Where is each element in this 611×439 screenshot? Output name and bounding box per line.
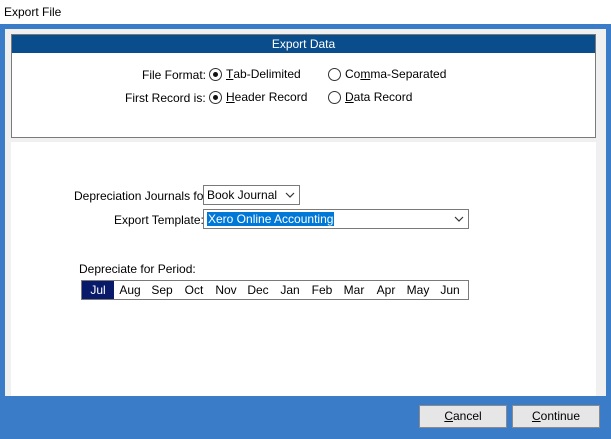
export-data-panel: Export Data (11, 34, 596, 138)
cancel-button[interactable]: Cancel (419, 405, 507, 428)
button-accel: C (531, 409, 541, 423)
radio-accel: m (360, 67, 371, 81)
month-apr[interactable]: Apr (370, 281, 402, 299)
radio-comma-separated[interactable]: Co m ma-Separated (328, 67, 446, 81)
button-accel: C (444, 409, 453, 423)
button-label: ancel (452, 409, 482, 423)
month-nov[interactable]: Nov (210, 281, 242, 299)
radio-tab-delimited[interactable]: Tab-Delimited (209, 67, 301, 81)
radio-header-record[interactable]: Header Record (209, 90, 307, 104)
radio-checked-icon (209, 90, 222, 104)
month-jan[interactable]: Jan (274, 281, 306, 299)
export-data-header: Export Data (12, 35, 595, 53)
month-dec[interactable]: Dec (242, 281, 274, 299)
radio-accel: H (226, 90, 235, 104)
radio-label: ata Record (353, 90, 413, 104)
period-label: Depreciate for Period: (79, 262, 196, 276)
export-template-label: Export Template: (114, 213, 204, 227)
depreciation-journals-label: Depreciation Journals for: (74, 189, 211, 203)
export-template-select[interactable]: Xero Online Accounting (203, 209, 469, 229)
radio-accel: D (345, 90, 354, 104)
radio-unchecked-icon (328, 90, 341, 104)
radio-unchecked-icon (328, 67, 341, 81)
select-value: Xero Online Accounting (207, 212, 335, 226)
button-label: ontinue (540, 409, 581, 423)
radio-data-record[interactable]: Data Record (328, 90, 412, 104)
first-record-label: First Record is: (125, 91, 206, 105)
radio-checked-icon (209, 67, 222, 81)
chevron-down-icon (454, 216, 464, 222)
radio-label: eader Record (234, 90, 308, 104)
depreciation-journals-select[interactable]: Book Journal (203, 185, 300, 205)
month-oct[interactable]: Oct (178, 281, 210, 299)
title-bar: Export File (0, 0, 611, 24)
month-feb[interactable]: Feb (306, 281, 338, 299)
month-jul[interactable]: Jul (82, 281, 114, 299)
month-may[interactable]: May (402, 281, 434, 299)
select-value: Book Journal (207, 188, 278, 202)
radio-label: ab-Delimited (233, 67, 301, 81)
month-sep[interactable]: Sep (146, 281, 178, 299)
month-jun[interactable]: Jun (434, 281, 466, 299)
chevron-down-icon (285, 192, 295, 198)
file-format-label: File Format: (142, 68, 207, 82)
month-aug[interactable]: Aug (114, 281, 146, 299)
window-title: Export File (4, 5, 62, 19)
radio-accel: T (226, 67, 234, 81)
radio-label-pre: Co (345, 67, 361, 81)
period-month-selector: Jul Aug Sep Oct Nov Dec Jan Feb Mar Apr … (81, 280, 469, 300)
radio-label: ma-Separated (370, 67, 447, 81)
month-mar[interactable]: Mar (338, 281, 370, 299)
continue-button[interactable]: Continue (512, 405, 600, 428)
